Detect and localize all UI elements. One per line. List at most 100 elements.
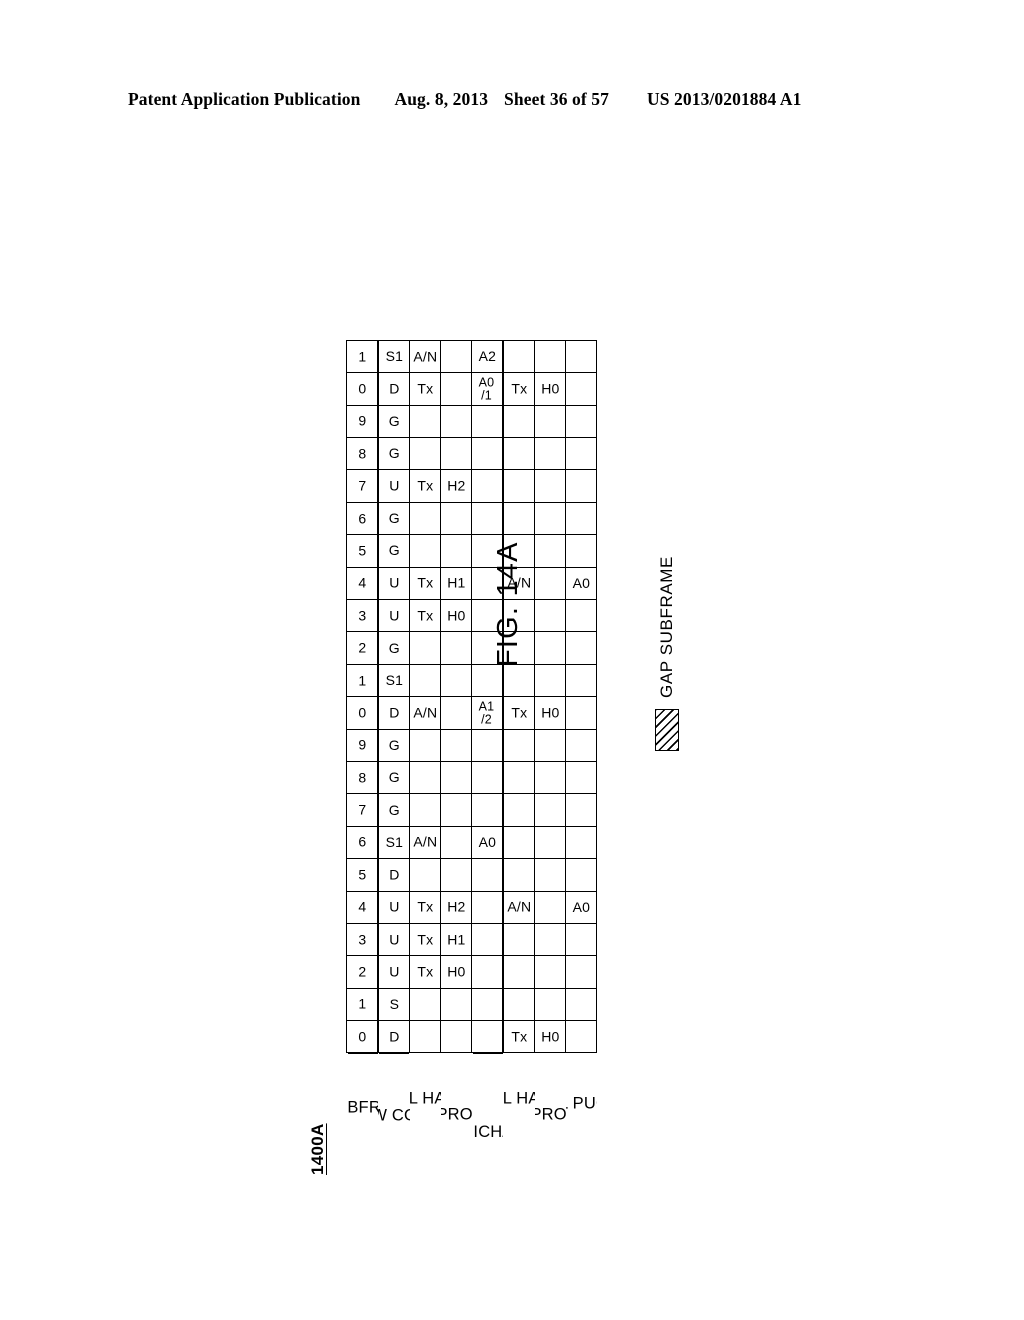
cell-subframe-13: 3 (346, 599, 378, 632)
cell-dl-phich-pdcch-6: A0 (471, 826, 503, 859)
cell-dl-harq-10: Tx (503, 696, 535, 730)
cell-ul-pucch-17 (565, 469, 597, 503)
cell-ul-harq-14: Tx (409, 567, 441, 600)
cell-ul-harq-1 (409, 988, 441, 1021)
cell-ul-process-21 (440, 340, 472, 373)
cell-dl-process-11 (534, 664, 566, 697)
table-row-ul-process: UL PROCESSH0H1H2H0H1H2 (440, 340, 472, 1175)
cell-ul-pucch-10 (565, 696, 597, 730)
cell-ul-pucch-6 (565, 826, 597, 859)
cell-dl-phich-pdcch-0 (471, 1020, 503, 1053)
group-divider (379, 1051, 409, 1054)
cell-dl-phich-pdcch-2 (471, 955, 503, 989)
cell-dl-process-14 (534, 567, 566, 600)
cell-new-config-4: U (378, 891, 410, 924)
cell-subframe-5: 5 (346, 858, 378, 892)
header-patent-number: US 2013/0201884 A1 (646, 88, 802, 109)
cell-dl-harq-20: Tx (503, 372, 535, 406)
cell-dl-process-21 (534, 340, 566, 373)
cell-dl-process-16 (534, 502, 566, 535)
cell-ul-process-10 (440, 696, 472, 730)
cell-new-config-12: G (378, 631, 410, 665)
cell-dl-harq-17 (503, 469, 535, 503)
cell-new-config-5: D (378, 858, 410, 892)
cell-subframe-20: 0 (346, 372, 378, 406)
cell-new-config-9: G (378, 729, 410, 762)
cell-ul-harq-9 (409, 729, 441, 762)
cell-ul-pucch-13 (565, 599, 597, 632)
cell-new-config-2: U (378, 955, 410, 989)
cell-subframe-15: 5 (346, 534, 378, 568)
figure-rotated-canvas: 1400A SUBFRAME0123456789012345678901NEW … (302, 275, 722, 1175)
cell-new-config-11: S1 (378, 664, 410, 697)
cell-subframe-19: 9 (346, 405, 378, 438)
cell-ul-process-3: H1 (440, 923, 472, 956)
cell-dl-process-18 (534, 437, 566, 470)
cell-dl-process-13 (534, 599, 566, 632)
cell-subframe-8: 8 (346, 761, 378, 794)
table-row-ul-pucch: UL PUCCH A0 A0 (565, 340, 597, 1175)
cell-new-config-17: U (378, 469, 410, 503)
cell-ul-pucch-5 (565, 858, 597, 892)
cell-dl-harq-4: A/N (503, 891, 535, 924)
cell-dl-phich-pdcch-17 (471, 469, 503, 503)
row-label-dl-phich-pdcch: DL PHICH/PDCCH (472, 1123, 504, 1142)
patent-header: Patent Application Publication Aug. 8, 2… (128, 86, 896, 112)
cell-ul-harq-10: A/N (409, 696, 441, 730)
cell-new-config-1: S (378, 988, 410, 1021)
table-row-ul-harq: UL HARQTxTxTxA/NA/NTxTxTxTxA/N (409, 340, 441, 1175)
cell-ul-pucch-9 (565, 729, 597, 762)
cell-ul-pucch-21 (565, 340, 597, 373)
row-label-dl-process: DL PROCESS (535, 1105, 566, 1124)
cell-subframe-10: 0 (346, 696, 378, 730)
cell-dl-process-15 (534, 534, 566, 568)
cell-new-config-13: U (378, 599, 410, 632)
cell-dl-phich-pdcch-8 (471, 761, 503, 794)
cell-ul-harq-20: Tx (409, 372, 441, 406)
cell-ul-pucch-8 (565, 761, 597, 794)
cell-subframe-2: 2 (346, 955, 378, 989)
row-label-dl-harq: DL HARQ (503, 1088, 535, 1107)
cell-ul-process-17: H2 (440, 469, 472, 503)
cell-ul-pucch-7 (565, 793, 597, 827)
cell-subframe-17: 7 (346, 469, 378, 503)
cell-ul-harq-5 (409, 858, 441, 892)
cell-subframe-18: 8 (346, 437, 378, 470)
cell-ul-process-19 (440, 405, 472, 438)
cell-dl-process-9 (534, 729, 566, 762)
cell-dl-process-7 (534, 793, 566, 827)
figure-caption: FIG. 14A (492, 541, 524, 667)
group-divider (348, 1051, 378, 1054)
cell-new-config-3: U (378, 923, 410, 956)
cell-ul-process-11 (440, 664, 472, 697)
cell-dl-harq-3 (503, 923, 535, 956)
cell-ul-process-13: H0 (440, 599, 472, 632)
header-publication: Patent Application Publication (128, 88, 361, 109)
cell-ul-harq-0 (409, 1020, 441, 1053)
cell-ul-pucch-19 (565, 405, 597, 438)
cell-ul-process-1 (440, 988, 472, 1021)
cell-dl-process-3 (534, 923, 566, 956)
cell-ul-process-6 (440, 826, 472, 859)
cell-new-config-6: S1 (378, 826, 410, 859)
cell-dl-phich-pdcch-1 (471, 988, 503, 1021)
cell-dl-phich-pdcch-18 (471, 437, 503, 470)
cell-ul-harq-11 (409, 664, 441, 697)
cell-subframe-7: 7 (346, 793, 378, 827)
cell-dl-harq-9 (503, 729, 535, 762)
cell-ul-harq-4: Tx (409, 891, 441, 924)
cell-new-config-15: G (378, 534, 410, 568)
cell-dl-process-2 (534, 955, 566, 989)
cell-dl-process-20: H0 (534, 372, 566, 406)
cell-subframe-1: 1 (346, 988, 378, 1021)
cell-dl-phich-pdcch-5 (471, 858, 503, 892)
cell-dl-process-0: H0 (534, 1020, 566, 1053)
cell-subframe-11: 1 (346, 664, 378, 697)
cell-new-config-8: G (378, 761, 410, 794)
row-label-subframe: SUBFRAME (347, 1098, 379, 1117)
reference-numeral-1400a: 1400A (308, 1123, 327, 1175)
cell-ul-pucch-0 (565, 1020, 597, 1053)
header-sheet: Sheet 36 of 57 (504, 88, 609, 109)
cell-ul-harq-17: Tx (409, 469, 441, 503)
cell-dl-harq-11 (503, 664, 535, 697)
